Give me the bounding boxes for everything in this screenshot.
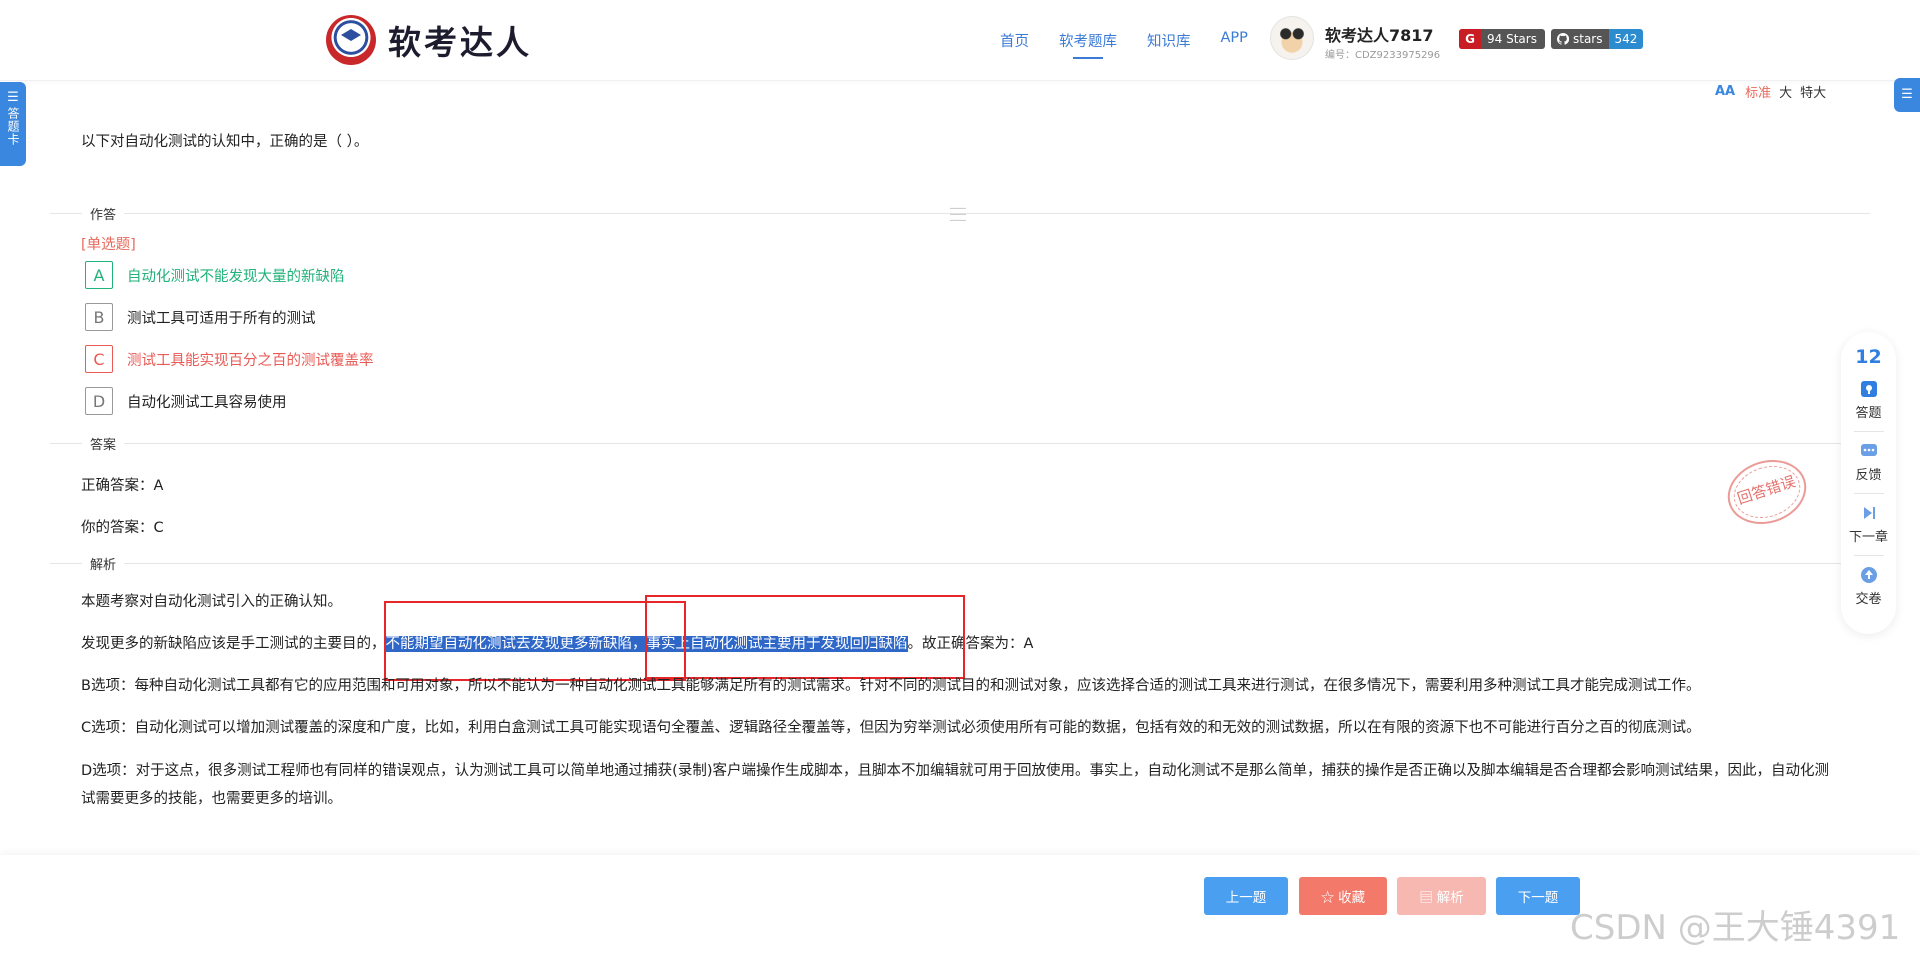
option-text: 测试工具可适用于所有的测试	[127, 310, 316, 327]
font-size-standard[interactable]: 标准	[1745, 82, 1771, 101]
option-text: 自动化测试工具容易使用	[127, 394, 287, 411]
favorite-button[interactable]: ☆ 收藏	[1299, 877, 1387, 915]
your-answer: 你的答案：C	[81, 520, 164, 536]
font-size-large[interactable]: 大	[1779, 82, 1792, 101]
analysis-option-c: C选项：自动化测试可以增加测试覆盖的深度和广度，比如，利用白盒测试工具可能实现语…	[81, 720, 1701, 736]
github-icon	[1557, 33, 1569, 45]
analysis-button[interactable]: ▤ 解析	[1397, 877, 1486, 915]
question-count: 12	[1855, 346, 1882, 368]
csdn-watermark: CSDN @王大锤4391	[1570, 908, 1901, 948]
menu-icon: ☰	[7, 90, 19, 105]
feedback-icon	[1860, 444, 1877, 456]
logo-emblem-icon	[326, 15, 376, 65]
analysis-option-b: B选项：每种自动化测试工具都有它的应用范围和可用对象，所以不能认为一种自动化测试…	[81, 678, 1701, 694]
option-text: 自动化测试不能发现大量的新缺陷	[127, 268, 345, 285]
gitee-stars-badge[interactable]: G 94 Stars	[1459, 29, 1545, 49]
user-avatar[interactable]	[1270, 16, 1314, 60]
nav-question-bank[interactable]: 软考题库	[1059, 30, 1117, 59]
user-id: 编号：CDZ9233975296	[1325, 50, 1441, 61]
analysis-option-d: D选项：对于这点，很多测试工程师也有同样的错误观点，认为测试工具可以简单地通过捕…	[81, 763, 1829, 807]
drag-handle-icon[interactable]: ― ― ―	[950, 200, 972, 228]
logo-text: 软考达人	[388, 23, 532, 62]
section-label-answer: 作答	[82, 204, 125, 223]
toolbar-answer[interactable]: 答题	[1841, 380, 1896, 421]
option-key: D	[85, 387, 113, 415]
option-text: 测试工具能实现百分之百的测试覆盖率	[127, 352, 374, 369]
prev-question-button[interactable]: 上一题	[1204, 877, 1288, 915]
site-logo[interactable]: 软考达人	[326, 15, 532, 65]
selected-text[interactable]: 不能期望自动化测试去发现更多新缺陷，事实上自动化测试主要用于发现回归缺陷	[385, 636, 908, 652]
skip-next-icon	[1863, 507, 1875, 519]
analysis-main: 发现更多的新缺陷应该是手工测试的主要目的，不能期望自动化测试去发现更多新缺陷，事…	[81, 636, 1034, 652]
option-key: A	[85, 261, 113, 289]
option-b[interactable]: B 测试工具可适用于所有的测试	[85, 303, 316, 331]
nav-app[interactable]: APP	[1221, 30, 1248, 51]
top-header: 软考达人 首页 软考题库 知识库 APP 软考达人7817 编号：CDZ9233…	[0, 0, 1920, 81]
wrong-answer-stamp: 回答错误	[1719, 450, 1815, 534]
answer-icon	[1860, 381, 1877, 397]
font-size-icon: AA	[1715, 84, 1736, 99]
gitee-icon: G	[1459, 29, 1481, 49]
answer-card-tab[interactable]: ☰ 答题卡	[0, 82, 26, 166]
option-c[interactable]: C 测试工具能实现百分之百的测试覆盖率	[85, 345, 374, 373]
option-key: B	[85, 303, 113, 331]
section-divider	[50, 443, 1870, 444]
option-a[interactable]: A 自动化测试不能发现大量的新缺陷	[85, 261, 345, 289]
nav-home[interactable]: 首页	[1000, 30, 1029, 51]
section-label-solution: 答案	[82, 434, 125, 453]
option-d[interactable]: D 自动化测试工具容易使用	[85, 387, 287, 415]
analysis-intro: 本题考察对自动化测试引入的正确认知。	[81, 594, 342, 610]
toolbar-next-chapter[interactable]: 下一章	[1841, 504, 1896, 545]
font-size-switch: AA 标准 大 特大	[1715, 82, 1834, 101]
question-type: [单选题]	[81, 237, 136, 253]
toolbar-feedback[interactable]: 反馈	[1841, 442, 1896, 483]
upload-icon	[1860, 567, 1877, 583]
right-menu-tab[interactable]: ☰	[1894, 78, 1920, 112]
next-question-button[interactable]: 下一题	[1496, 877, 1580, 915]
answer-card-label: 答题卡	[6, 107, 20, 146]
floating-toolbar: 12 答题 反馈 下一章 交卷	[1841, 332, 1896, 634]
question-text: 以下对自动化测试的认知中，正确的是（ ）。	[81, 134, 369, 150]
nav-knowledge-base[interactable]: 知识库	[1147, 30, 1191, 51]
section-divider	[50, 563, 1870, 564]
option-key: C	[85, 345, 113, 373]
menu-icon: ☰	[1901, 87, 1913, 102]
toolbar-submit[interactable]: 交卷	[1841, 566, 1896, 607]
section-label-analysis: 解析	[82, 554, 125, 573]
main-nav: 首页 软考题库 知识库 APP	[1000, 30, 1278, 59]
font-size-xlarge[interactable]: 特大	[1800, 82, 1826, 101]
github-stars-badge[interactable]: stars 542	[1551, 29, 1644, 49]
correct-answer: 正确答案：A	[81, 478, 164, 494]
user-name[interactable]: 软考达人7817	[1325, 22, 1434, 46]
